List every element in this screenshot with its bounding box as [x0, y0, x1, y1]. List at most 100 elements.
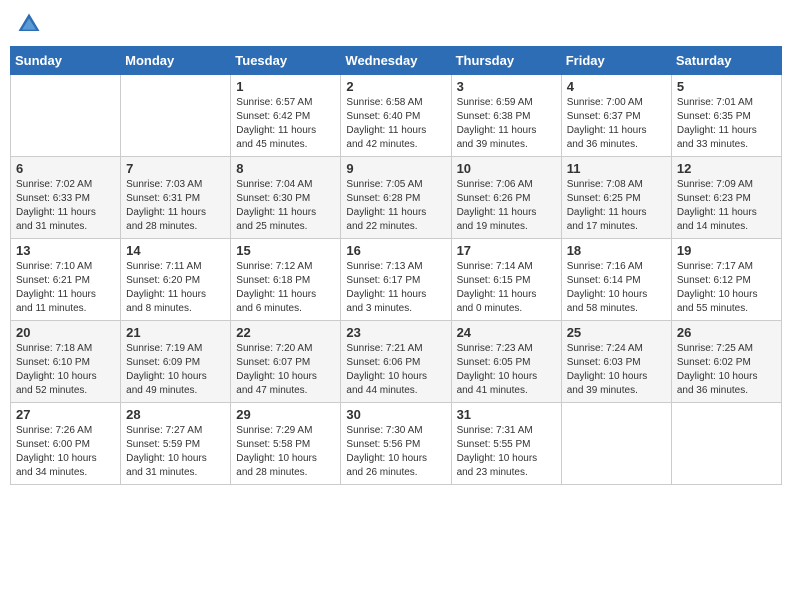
day-info: Sunrise: 6:57 AMSunset: 6:42 PMDaylight:…	[236, 96, 335, 152]
day-number: 13	[16, 243, 115, 258]
day-info: Sunrise: 7:05 AMSunset: 6:28 PMDaylight:…	[346, 178, 445, 234]
calendar-cell: 29 Sunrise: 7:29 AMSunset: 5:58 PMDayligh…	[231, 403, 341, 485]
day-info: Sunrise: 7:13 AMSunset: 6:17 PMDaylight:…	[346, 260, 445, 316]
day-header-saturday: Saturday	[671, 47, 781, 75]
calendar-cell: 10Sunrise: 7:06 AMSunset: 6:26 PMDayligh…	[451, 157, 561, 239]
calendar-cell: 17 Sunrise: 7:14 AMSunset: 6:15 PMDayligh…	[451, 239, 561, 321]
calendar-cell: 28Sunrise: 7:27 AMSunset: 5:59 PMDayligh…	[121, 403, 231, 485]
calendar-cell: 26 Sunrise: 7:25 AMSunset: 6:02 PMDayligh…	[671, 321, 781, 403]
day-info: Sunrise: 7:16 AMSunset: 6:14 PMDaylight:…	[567, 260, 666, 316]
day-number: 16	[346, 243, 445, 258]
calendar-cell: 20 Sunrise: 7:18 AMSunset: 6:10 PMDayligh…	[11, 321, 121, 403]
calendar-table: SundayMondayTuesdayWednesdayThursdayFrid…	[10, 46, 782, 485]
day-info: Sunrise: 7:03 AMSunset: 6:31 PMDaylight:…	[126, 178, 225, 234]
day-info: Sunrise: 7:19 AMSunset: 6:09 PMDaylight:…	[126, 342, 225, 398]
day-info: Sunrise: 7:01 AMSunset: 6:35 PMDaylight:…	[677, 96, 776, 152]
day-info: Sunrise: 7:20 AMSunset: 6:07 PMDaylight:…	[236, 342, 335, 398]
day-info: Sunrise: 7:24 AMSunset: 6:03 PMDaylight:…	[567, 342, 666, 398]
page-header	[10, 10, 782, 38]
calendar-cell: 2 Sunrise: 6:58 AMSunset: 6:40 PMDaylight…	[341, 75, 451, 157]
day-number: 19	[677, 243, 776, 258]
day-header-sunday: Sunday	[11, 47, 121, 75]
day-info: Sunrise: 6:59 AMSunset: 6:38 PMDaylight:…	[457, 96, 556, 152]
calendar-cell: 25 Sunrise: 7:24 AMSunset: 6:03 PMDayligh…	[561, 321, 671, 403]
calendar-cell: 30Sunrise: 7:30 AMSunset: 5:56 PMDayligh…	[341, 403, 451, 485]
calendar-cell: 14 Sunrise: 7:11 AMSunset: 6:20 PMDayligh…	[121, 239, 231, 321]
logo-icon	[15, 10, 43, 38]
day-header-friday: Friday	[561, 47, 671, 75]
day-header-thursday: Thursday	[451, 47, 561, 75]
calendar-cell: 3 Sunrise: 6:59 AMSunset: 6:38 PMDaylight…	[451, 75, 561, 157]
day-header-tuesday: Tuesday	[231, 47, 341, 75]
calendar-cell: 21Sunrise: 7:19 AMSunset: 6:09 PMDayligh…	[121, 321, 231, 403]
day-number: 7	[126, 161, 225, 176]
calendar-cell: 12 Sunrise: 7:09 AMSunset: 6:23 PMDayligh…	[671, 157, 781, 239]
day-number: 22	[236, 325, 335, 340]
day-number: 15	[236, 243, 335, 258]
calendar-cell: 23 Sunrise: 7:21 AMSunset: 6:06 PMDayligh…	[341, 321, 451, 403]
day-info: Sunrise: 6:58 AMSunset: 6:40 PMDaylight:…	[346, 96, 445, 152]
day-info: Sunrise: 7:11 AMSunset: 6:20 PMDaylight:…	[126, 260, 225, 316]
day-number: 18	[567, 243, 666, 258]
calendar-cell: 31 Sunrise: 7:31 AMSunset: 5:55 PMDayligh…	[451, 403, 561, 485]
calendar-cell	[561, 403, 671, 485]
logo	[15, 10, 47, 38]
calendar-cell: 22 Sunrise: 7:20 AMSunset: 6:07 PMDayligh…	[231, 321, 341, 403]
calendar-cell: 13 Sunrise: 7:10 AMSunset: 6:21 PMDayligh…	[11, 239, 121, 321]
calendar-cell: 1 Sunrise: 6:57 AMSunset: 6:42 PMDaylight…	[231, 75, 341, 157]
day-info: Sunrise: 7:29 AMSunset: 5:58 PMDaylight:…	[236, 424, 335, 480]
day-info: Sunrise: 7:21 AMSunset: 6:06 PMDaylight:…	[346, 342, 445, 398]
day-number: 25	[567, 325, 666, 340]
day-number: 6	[16, 161, 115, 176]
day-number: 10	[457, 161, 556, 176]
day-number: 30	[346, 407, 445, 422]
day-number: 24	[457, 325, 556, 340]
day-info: Sunrise: 7:31 AMSunset: 5:55 PMDaylight:…	[457, 424, 556, 480]
day-number: 17	[457, 243, 556, 258]
day-number: 27	[16, 407, 115, 422]
calendar-cell: 16 Sunrise: 7:13 AMSunset: 6:17 PMDayligh…	[341, 239, 451, 321]
day-info: Sunrise: 7:18 AMSunset: 6:10 PMDaylight:…	[16, 342, 115, 398]
day-info: Sunrise: 7:14 AMSunset: 6:15 PMDaylight:…	[457, 260, 556, 316]
day-header-monday: Monday	[121, 47, 231, 75]
day-info: Sunrise: 7:02 AMSunset: 6:33 PMDaylight:…	[16, 178, 115, 234]
day-info: Sunrise: 7:27 AMSunset: 5:59 PMDaylight:…	[126, 424, 225, 480]
day-number: 2	[346, 79, 445, 94]
calendar-cell: 19Sunrise: 7:17 AMSunset: 6:12 PMDayligh…	[671, 239, 781, 321]
day-number: 12	[677, 161, 776, 176]
calendar-cell: 18 Sunrise: 7:16 AMSunset: 6:14 PMDayligh…	[561, 239, 671, 321]
calendar-cell: 24Sunrise: 7:23 AMSunset: 6:05 PMDayligh…	[451, 321, 561, 403]
day-number: 9	[346, 161, 445, 176]
day-number: 14	[126, 243, 225, 258]
day-number: 26	[677, 325, 776, 340]
day-info: Sunrise: 7:12 AMSunset: 6:18 PMDaylight:…	[236, 260, 335, 316]
day-number: 4	[567, 79, 666, 94]
day-info: Sunrise: 7:26 AMSunset: 6:00 PMDaylight:…	[16, 424, 115, 480]
week-row-1: 6 Sunrise: 7:02 AMSunset: 6:33 PMDaylight…	[11, 157, 782, 239]
day-number: 1	[236, 79, 335, 94]
day-number: 5	[677, 79, 776, 94]
calendar-cell	[121, 75, 231, 157]
week-row-3: 20 Sunrise: 7:18 AMSunset: 6:10 PMDayligh…	[11, 321, 782, 403]
day-number: 8	[236, 161, 335, 176]
calendar-cell: 27 Sunrise: 7:26 AMSunset: 6:00 PMDayligh…	[11, 403, 121, 485]
day-number: 23	[346, 325, 445, 340]
calendar-cell: 6 Sunrise: 7:02 AMSunset: 6:33 PMDaylight…	[11, 157, 121, 239]
calendar-cell: 4 Sunrise: 7:00 AMSunset: 6:37 PMDaylight…	[561, 75, 671, 157]
calendar-cell: 8 Sunrise: 7:04 AMSunset: 6:30 PMDaylight…	[231, 157, 341, 239]
day-info: Sunrise: 7:10 AMSunset: 6:21 PMDaylight:…	[16, 260, 115, 316]
calendar-cell	[11, 75, 121, 157]
calendar-cell: 5 Sunrise: 7:01 AMSunset: 6:35 PMDaylight…	[671, 75, 781, 157]
calendar-cell: 9 Sunrise: 7:05 AMSunset: 6:28 PMDaylight…	[341, 157, 451, 239]
day-number: 29	[236, 407, 335, 422]
calendar-cell: 11Sunrise: 7:08 AMSunset: 6:25 PMDayligh…	[561, 157, 671, 239]
calendar-header-row: SundayMondayTuesdayWednesdayThursdayFrid…	[11, 47, 782, 75]
day-info: Sunrise: 7:00 AMSunset: 6:37 PMDaylight:…	[567, 96, 666, 152]
day-number: 3	[457, 79, 556, 94]
day-number: 20	[16, 325, 115, 340]
day-info: Sunrise: 7:09 AMSunset: 6:23 PMDaylight:…	[677, 178, 776, 234]
day-info: Sunrise: 7:25 AMSunset: 6:02 PMDaylight:…	[677, 342, 776, 398]
day-info: Sunrise: 7:04 AMSunset: 6:30 PMDaylight:…	[236, 178, 335, 234]
day-number: 31	[457, 407, 556, 422]
day-info: Sunrise: 7:08 AMSunset: 6:25 PMDaylight:…	[567, 178, 666, 234]
